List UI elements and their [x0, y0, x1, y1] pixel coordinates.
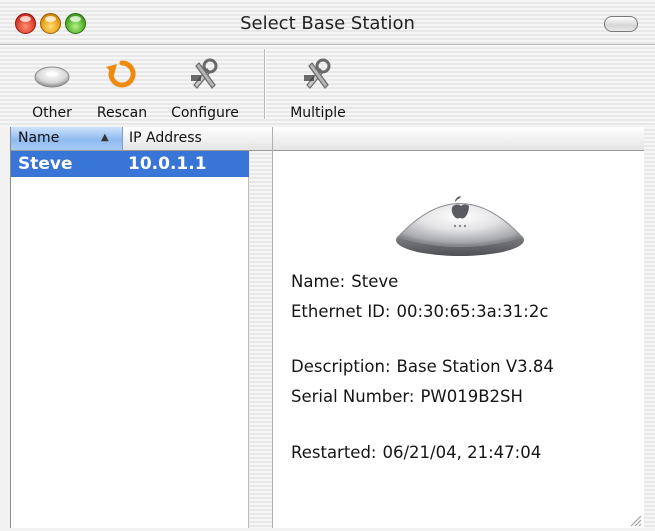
- base-station-small-icon: [32, 55, 72, 93]
- content-area: Name ▲ IP Address Steve 10.0.1.1 Name: S…: [0, 127, 655, 528]
- other-button[interactable]: Other: [26, 55, 78, 121]
- configure-label: Configure: [171, 105, 239, 121]
- ethernet-label: Ethernet ID:: [291, 302, 391, 321]
- multiple-label: Multiple: [290, 105, 346, 121]
- list-header: Name ▲ IP Address: [11, 127, 250, 151]
- other-label: Other: [32, 105, 72, 121]
- toolbar-separator: [264, 49, 265, 119]
- detail-pane: Name: Steve Ethernet ID: 00:30:65:3a:31:2c…: [272, 127, 644, 528]
- tools-icon: [298, 55, 338, 93]
- sort-ascending-icon: ▲: [101, 132, 109, 143]
- serial-value: PW019B2SH: [420, 387, 523, 406]
- toolbar-toggle-button[interactable]: [604, 16, 638, 32]
- column-name-label: Name: [18, 130, 60, 146]
- serial-label: Serial Number:: [291, 387, 415, 406]
- row-name-cell: Steve: [18, 154, 73, 174]
- gutter-header: [249, 127, 272, 151]
- restarted-label: Restarted:: [291, 443, 377, 462]
- resize-grip-icon[interactable]: [628, 512, 642, 527]
- column-header-name[interactable]: Name ▲: [11, 127, 123, 150]
- ethernet-value: 00:30:65:3a:31:2c: [396, 302, 549, 321]
- rescan-button[interactable]: Rescan: [90, 55, 154, 121]
- window-title: Select Base Station: [240, 13, 415, 34]
- description-label: Description:: [291, 357, 391, 376]
- column-header-ip-address[interactable]: IP Address: [123, 127, 250, 150]
- detail-header: [273, 127, 644, 151]
- column-ip-label: IP Address: [129, 130, 202, 146]
- info-ethernet-id: Ethernet ID: 00:30:65:3a:31:2c: [291, 302, 548, 321]
- info-serial-number: Serial Number: PW019B2SH: [291, 387, 523, 406]
- base-station-list[interactable]: Name ▲ IP Address Steve 10.0.1.1: [10, 127, 250, 528]
- description-value: Base Station V3.84: [396, 357, 554, 376]
- multiple-button[interactable]: Multiple: [280, 55, 356, 121]
- list-scrollbar-gutter: [249, 127, 272, 528]
- info-name: Name: Steve: [291, 272, 398, 291]
- list-row-steve[interactable]: Steve 10.0.1.1: [11, 151, 249, 177]
- name-value: Steve: [351, 272, 399, 291]
- window-right-edge: [644, 127, 655, 528]
- rescan-label: Rescan: [96, 105, 148, 121]
- refresh-arrow-icon: [102, 55, 142, 93]
- info-description: Description: Base Station V3.84: [291, 357, 554, 376]
- title-bar[interactable]: Select Base Station: [0, 0, 655, 45]
- configure-button[interactable]: Configure: [163, 55, 247, 121]
- base-station-icon: [393, 182, 527, 262]
- restarted-value: 06/21/04, 21:47:04: [382, 443, 542, 462]
- name-label: Name:: [291, 272, 346, 291]
- info-restarted: Restarted: 06/21/04, 21:47:04: [291, 443, 541, 462]
- row-ip-cell: 10.0.1.1: [128, 154, 207, 174]
- toolbar: Other Rescan Configure Multiple: [0, 45, 655, 126]
- select-base-station-window: Select Base Station Other Rescan Configu…: [0, 0, 655, 528]
- tools-icon: [185, 55, 225, 93]
